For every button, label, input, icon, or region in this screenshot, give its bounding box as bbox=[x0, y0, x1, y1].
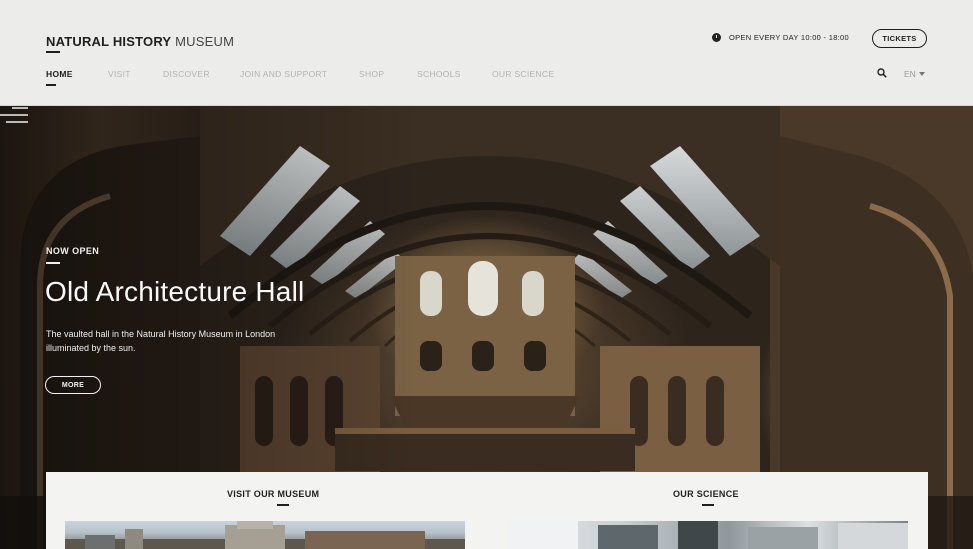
search-icon[interactable] bbox=[877, 68, 887, 78]
tickets-button[interactable]: TICKETS bbox=[872, 29, 927, 48]
content-panel: VISIT OUR MUSEUM OUR SCIENCE bbox=[46, 472, 928, 549]
language-selector[interactable]: EN bbox=[904, 69, 925, 79]
opening-hours: OPEN EVERY DAY 10:00 - 18:00 bbox=[712, 33, 849, 42]
more-button[interactable]: MORE bbox=[45, 376, 101, 394]
main-nav: HOME VISIT DISCOVER JOIN AND SUPPORT SHO… bbox=[46, 69, 554, 79]
science-section-underline bbox=[702, 504, 714, 506]
nav-item-visit[interactable]: VISIT bbox=[108, 69, 163, 79]
logo-bold-text: NATURAL HISTORY bbox=[46, 34, 172, 49]
nav-item-discover[interactable]: DISCOVER bbox=[163, 69, 240, 79]
nav-item-join-and-support[interactable]: JOIN AND SUPPORT bbox=[240, 69, 359, 79]
hero-eyebrow: NOW OPEN bbox=[46, 246, 100, 256]
language-label: EN bbox=[904, 69, 916, 79]
site-logo[interactable]: NATURAL HISTORY MUSEUM bbox=[46, 34, 234, 49]
visit-section-title[interactable]: VISIT OUR MUSEUM bbox=[227, 489, 319, 499]
page: NATURAL HISTORY MUSEUM OPEN EVERY DAY 10… bbox=[0, 0, 973, 549]
nav-item-schools[interactable]: SCHOOLS bbox=[417, 69, 492, 79]
logo-light-text: MUSEUM bbox=[175, 34, 235, 49]
visit-section-underline bbox=[277, 504, 289, 506]
visit-thumbnail-image bbox=[65, 521, 465, 549]
science-thumbnail[interactable] bbox=[508, 521, 908, 549]
site-header: NATURAL HISTORY MUSEUM OPEN EVERY DAY 10… bbox=[0, 0, 973, 106]
clock-icon bbox=[712, 33, 721, 42]
hero-description: The vaulted hall in the Natural History … bbox=[46, 329, 276, 353]
hero-eyebrow-underline bbox=[46, 262, 60, 264]
hero-title: Old Architecture Hall bbox=[45, 276, 305, 307]
chevron-down-icon bbox=[918, 72, 925, 76]
visit-thumbnail[interactable] bbox=[65, 521, 465, 549]
nav-active-indicator bbox=[46, 84, 56, 86]
science-section-title[interactable]: OUR SCIENCE bbox=[673, 489, 739, 499]
opening-hours-text: OPEN EVERY DAY 10:00 - 18:00 bbox=[729, 33, 849, 42]
nav-item-shop[interactable]: SHOP bbox=[359, 69, 417, 79]
logo-underline bbox=[46, 51, 60, 53]
nav-item-home[interactable]: HOME bbox=[46, 69, 108, 79]
nav-item-our-science[interactable]: OUR SCIENCE bbox=[492, 69, 554, 79]
menu-icon[interactable] bbox=[0, 106, 28, 130]
science-thumbnail-image bbox=[508, 521, 908, 549]
